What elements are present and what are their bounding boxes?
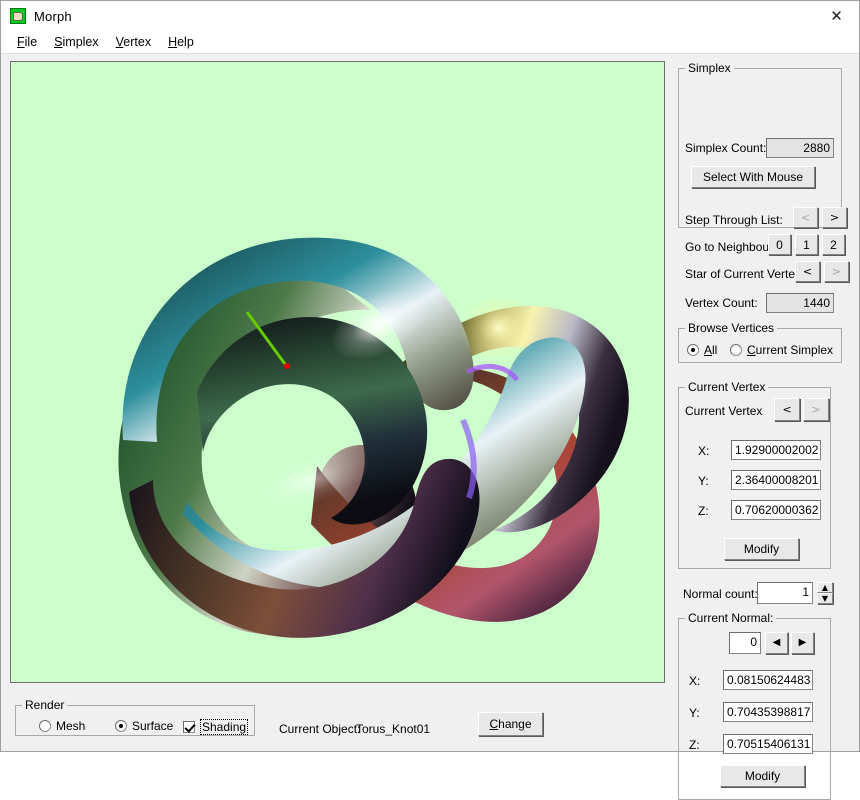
render-viewport[interactable] <box>10 61 665 683</box>
app-window: Morph ✕ File Simplex Vertex Help <box>0 0 860 752</box>
normal-count-label: Normal count: <box>683 587 758 601</box>
current-normal-prev-button[interactable]: ◀ <box>765 632 788 654</box>
vertex-y-label: Y: <box>698 474 709 488</box>
change-button-label: hange <box>498 717 531 731</box>
radio-surface-indicator <box>115 720 127 732</box>
vertex-count-field: 1440 <box>766 293 834 313</box>
vertex-x-field[interactable]: 1.92900002002 <box>731 440 821 460</box>
radio-render-surface[interactable]: Surface <box>115 719 173 733</box>
menu-item-simplex-label: implex <box>63 35 99 49</box>
select-with-mouse-button[interactable]: Select With Mouse <box>691 166 815 188</box>
normal-modify-button[interactable]: Modify <box>720 765 805 787</box>
menu-item-help[interactable]: Help <box>160 33 203 51</box>
normal-x-field[interactable]: 0.08150624483 <box>723 670 813 690</box>
current-normal-legend: Current Normal: <box>685 611 776 625</box>
radio-all-label: All <box>704 343 717 357</box>
normal-z-field[interactable]: 0.70515406131 <box>723 734 813 754</box>
client-area: Simplex Simplex Count: 2880 Select With … <box>1 54 859 751</box>
current-normal-index-field[interactable]: 0 <box>729 632 761 654</box>
normal-y-label: Y: <box>689 706 700 720</box>
neighbour-2-button[interactable]: 2 <box>822 234 845 255</box>
torus-knot-render <box>11 62 664 682</box>
right-panel: Simplex Simplex Count: 2880 Select With … <box>673 54 855 734</box>
menu-item-help-label: elp <box>177 35 194 49</box>
current-vertex-next-button[interactable]: > <box>803 398 829 421</box>
menu-bar: File Simplex Vertex Help <box>1 31 859 54</box>
normal-count-spin-up[interactable]: ▲ <box>817 582 833 593</box>
radio-render-mesh[interactable]: Mesh <box>39 719 85 733</box>
vertex-z-label: Z: <box>698 504 709 518</box>
vertex-y-field[interactable]: 2.36400008201 <box>731 470 821 490</box>
radio-all-indicator <box>687 344 699 356</box>
window-title: Morph <box>34 9 72 24</box>
current-vertex-prev-button[interactable]: < <box>774 398 800 421</box>
neighbour-1-button[interactable]: 1 <box>795 234 818 255</box>
menu-item-vertex[interactable]: Vertex <box>108 33 160 51</box>
step-through-prev-button[interactable]: < <box>793 207 818 228</box>
browse-vertices-legend: Browse Vertices <box>685 321 777 335</box>
current-vertex-nav-label: Current Vertex <box>685 404 762 418</box>
current-object-label: Current Object: <box>279 722 360 736</box>
current-object-value: Torus_Knot01 <box>356 722 430 736</box>
close-icon[interactable]: ✕ <box>814 1 859 31</box>
checkbox-shading-indicator <box>183 721 195 733</box>
current-vertex-legend: Current Vertex <box>685 380 768 394</box>
normal-y-field[interactable]: 0.70435398817 <box>723 702 813 722</box>
app-icon <box>10 8 26 24</box>
step-through-list-label: Step Through List: <box>685 213 783 227</box>
menu-item-vertex-label: ertex <box>123 35 151 49</box>
simplex-count-field: 2880 <box>766 138 834 158</box>
vertex-x-label: X: <box>698 444 709 458</box>
menu-item-file[interactable]: File <box>9 33 46 51</box>
menu-item-file-label: ile <box>25 35 38 49</box>
checkbox-shading[interactable]: Shading <box>183 719 248 735</box>
go-to-neighbour-label: Go to Neighbour: <box>685 240 776 254</box>
normal-z-label: Z: <box>689 738 700 752</box>
radio-current-simplex-indicator <box>730 344 742 356</box>
simplex-group-legend: Simplex <box>685 61 734 75</box>
star-prev-button[interactable]: < <box>795 261 820 282</box>
radio-mesh-label: Mesh <box>56 719 85 733</box>
normal-endpoint <box>284 363 290 369</box>
vertex-z-field[interactable]: 0.70620000362 <box>731 500 821 520</box>
change-object-button[interactable]: Change <box>478 712 543 736</box>
simplex-count-label: Simplex Count: <box>685 141 766 155</box>
normal-count-spin-down[interactable]: ▼ <box>817 593 833 604</box>
radio-browse-current-simplex[interactable]: Current Simplex <box>730 343 833 357</box>
radio-mesh-indicator <box>39 720 51 732</box>
normal-x-label: X: <box>689 674 700 688</box>
vertex-modify-button[interactable]: Modify <box>724 538 799 560</box>
radio-browse-all[interactable]: All <box>687 343 717 357</box>
bottom-bar: Render Mesh Surface Shading Current Obje… <box>10 692 655 736</box>
star-of-current-vertex-label: Star of Current Vertex: <box>685 267 804 281</box>
title-bar: Morph ✕ <box>1 1 859 31</box>
normal-count-field[interactable]: 1 <box>757 582 813 604</box>
vertex-count-label: Vertex Count: <box>685 296 758 310</box>
menu-item-simplex[interactable]: Simplex <box>46 33 107 51</box>
radio-current-simplex-label: Current Simplex <box>747 343 833 357</box>
current-normal-next-button[interactable]: ▶ <box>791 632 814 654</box>
render-group-legend: Render <box>22 698 67 712</box>
neighbour-0-button[interactable]: 0 <box>768 234 791 255</box>
star-next-button[interactable]: > <box>824 261 849 282</box>
step-through-next-button[interactable]: > <box>822 207 847 228</box>
checkbox-shading-label: Shading <box>200 719 248 735</box>
radio-surface-label: Surface <box>132 719 173 733</box>
